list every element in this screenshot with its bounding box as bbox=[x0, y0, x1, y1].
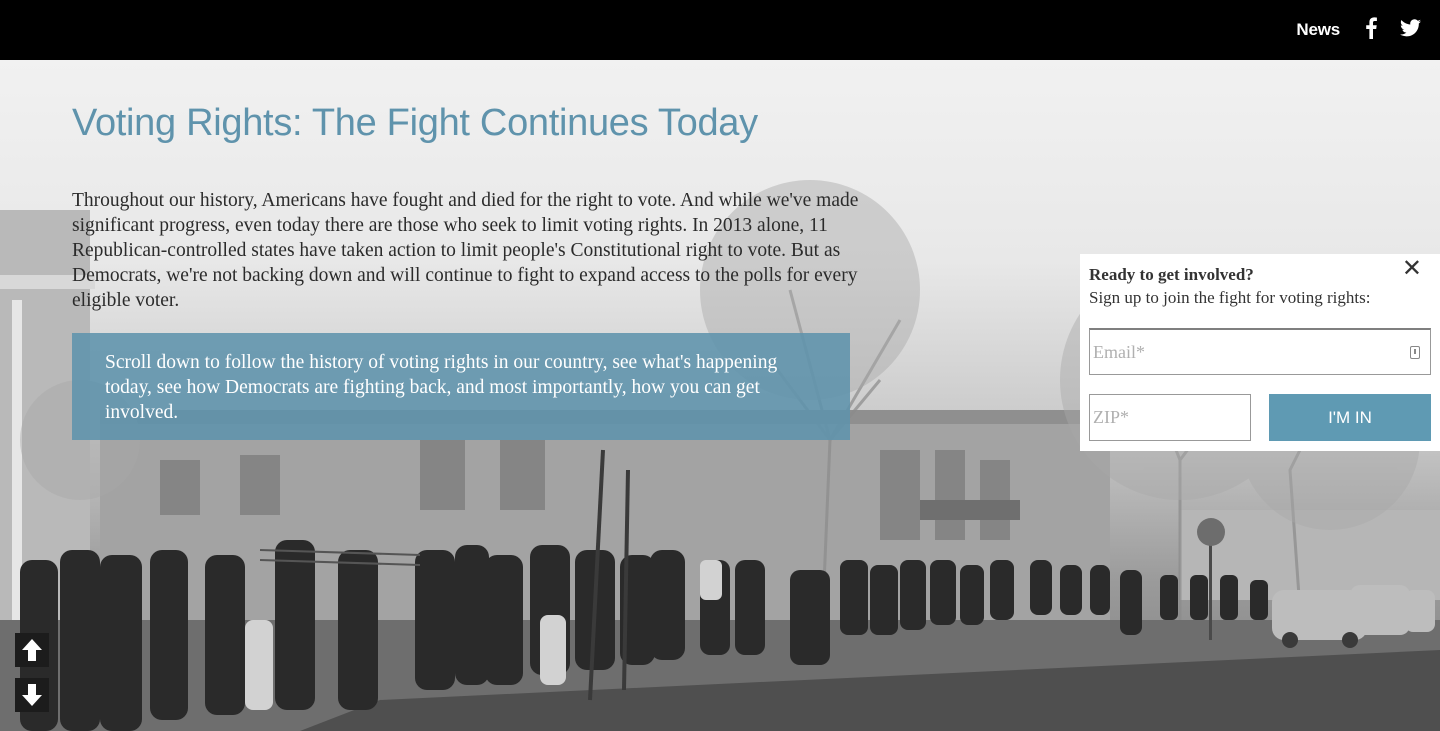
arrow-up-icon bbox=[22, 639, 42, 661]
signup-heading: Ready to get involved? bbox=[1089, 265, 1254, 284]
im-in-button[interactable]: I'M IN bbox=[1269, 394, 1431, 441]
scroll-down-button[interactable] bbox=[15, 678, 49, 712]
page-title: Voting Rights: The Fight Continues Today bbox=[72, 102, 758, 144]
twitter-icon[interactable] bbox=[1400, 19, 1421, 37]
facebook-icon[interactable] bbox=[1364, 17, 1378, 39]
scroll-prompt-box: Scroll down to follow the history of vot… bbox=[72, 333, 850, 440]
top-navigation-bar: News bbox=[0, 0, 1440, 60]
signup-panel: ✕ Ready to get involved? Sign up to join… bbox=[1080, 254, 1440, 451]
close-icon[interactable]: ✕ bbox=[1402, 256, 1422, 280]
signup-subheading: Sign up to join the fight for voting rig… bbox=[1089, 288, 1371, 307]
intro-paragraph: Throughout our history, Americans have f… bbox=[72, 190, 859, 311]
email-field[interactable] bbox=[1089, 328, 1431, 375]
contact-card-icon bbox=[1410, 346, 1420, 359]
arrow-down-icon bbox=[22, 684, 42, 706]
scroll-prompt-text: Scroll down to follow the history of vot… bbox=[105, 352, 778, 423]
scroll-up-button[interactable] bbox=[15, 633, 49, 667]
nav-news-link[interactable]: News bbox=[1296, 20, 1340, 40]
zip-field[interactable] bbox=[1089, 394, 1251, 441]
